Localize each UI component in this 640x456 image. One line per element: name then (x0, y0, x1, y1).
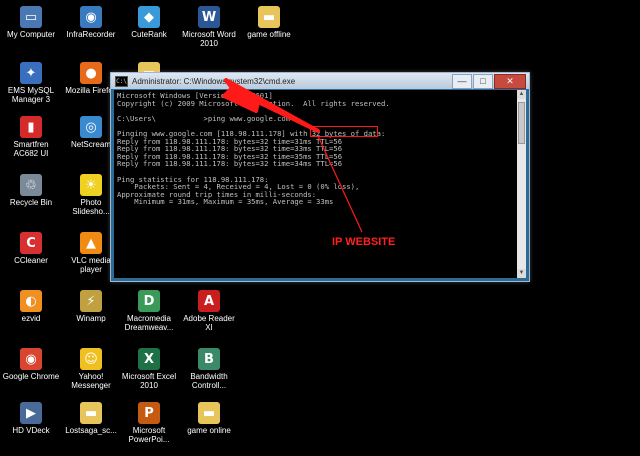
ezvid-icon: ◐ (20, 290, 42, 312)
desktop-icon[interactable]: ▬ game offline (240, 4, 298, 60)
scroll-up-icon[interactable]: ▲ (517, 90, 526, 99)
winamp-icon: ⚡ (80, 290, 102, 312)
cmd-window[interactable]: C:\ Administrator: C:\Windows\system32\c… (110, 72, 530, 282)
desktop-icon-label: Yahoo! Messenger (71, 372, 111, 390)
desktop-icon-label: InfraRecorder (66, 30, 116, 39)
desktop-icon[interactable]: C CCleaner (2, 230, 60, 286)
scroll-down-icon[interactable]: ▼ (517, 269, 526, 278)
desktop-icon-label: Microsoft PowerPoi... (128, 426, 170, 444)
infrarecorder-icon: ◉ (80, 6, 102, 28)
desktop-icon[interactable]: ▭ My Computer (2, 4, 60, 60)
window-controls: — □ ✕ (451, 74, 526, 89)
desktop-icon-label: Lostsaga_sc... (65, 426, 117, 435)
folder-icon: ▬ (258, 6, 280, 28)
desktop-icon[interactable]: W Microsoft Word 2010 (180, 4, 238, 60)
smartfren-icon: ▮ (20, 116, 42, 138)
desktop-icon-label: Macromedia Dreamweav... (124, 314, 174, 332)
minimize-button[interactable]: — (452, 74, 472, 89)
console-scrollbar[interactable]: ▲ ▼ (517, 90, 526, 278)
desktop-icon[interactable]: A Adobe Reader XI (180, 288, 238, 344)
cuterank-icon: ◆ (138, 6, 160, 28)
desktop-icon-label: Bandwidth Controll... (190, 372, 228, 390)
desktop-icon-label: game online (187, 426, 231, 435)
folder-icon: ▬ (198, 402, 220, 424)
desktop-icon[interactable]: ✦ EMS MySQL Manager 3 (2, 60, 60, 116)
netscream-icon: ◎ (80, 116, 102, 138)
ccleaner-icon: C (20, 232, 42, 254)
desktop-icon[interactable]: X Microsoft Excel 2010 (120, 346, 178, 402)
photo-slideshow-icon: ☀ (80, 174, 102, 196)
desktop-icon-label: Microsoft Excel 2010 (121, 372, 177, 390)
desktop-icon-label: game offline (247, 30, 291, 39)
desktop-icon-label: Winamp (76, 314, 106, 323)
powerpoint-icon: P (138, 402, 160, 424)
desktop-icon-label: My Computer (6, 30, 55, 39)
dreamweaver-icon: D (138, 290, 160, 312)
desktop-icon[interactable]: ☺ Yahoo! Messenger (62, 346, 120, 402)
console-output[interactable]: Microsoft Windows [Version 6.1.7601] Cop… (114, 90, 517, 278)
desktop-icon[interactable]: ◉ Google Chrome (2, 346, 60, 402)
ip-website-label: IP WEBSITE (332, 236, 396, 248)
desktop-icon-label: Adobe Reader XI (183, 314, 235, 332)
firefox-icon: ● (80, 62, 102, 84)
desktop-icon[interactable]: D Macromedia Dreamweav... (120, 288, 178, 344)
scroll-thumb[interactable] (518, 102, 525, 144)
desktop-icon[interactable]: B Bandwidth Controll... (180, 346, 238, 402)
console-text: Microsoft Windows [Version 6.1.7601] Cop… (117, 91, 390, 207)
mysql-icon: ✦ (20, 62, 42, 84)
computer-icon: ▭ (20, 6, 42, 28)
close-button[interactable]: ✕ (494, 74, 526, 89)
desktop-icon[interactable]: ◆ CuteRank (120, 4, 178, 60)
hd-vdeck-icon: ▶ (20, 402, 42, 424)
recycle-bin-icon: ♲ (20, 174, 42, 196)
desktop-icon-label: HD VDeck (12, 426, 50, 435)
desktop-icon-label: EMS MySQL Manager 3 (7, 86, 55, 104)
bandwidth-icon: B (198, 348, 220, 370)
yahoo-messenger-icon: ☺ (80, 348, 102, 370)
adobe-reader-icon: A (198, 290, 220, 312)
desktop-icon-label: Smartfren AC682 UI (13, 140, 49, 158)
word-icon: W (198, 6, 220, 28)
excel-icon: X (138, 348, 160, 370)
desktop-icon-label: ezvid (21, 314, 41, 323)
desktop-icon[interactable]: ♲ Recycle Bin (2, 172, 60, 228)
maximize-button[interactable]: □ (473, 74, 493, 89)
cmd-titlebar[interactable]: C:\ Administrator: C:\Windows\system32\c… (111, 73, 529, 89)
desktop-icon[interactable]: ◉ InfraRecorder (62, 4, 120, 60)
folder-icon: ▬ (80, 402, 102, 424)
cmd-window-icon: C:\ (115, 75, 128, 87)
desktop-icon-label: CuteRank (131, 30, 167, 39)
cmd-window-title: Administrator: C:\Windows\system32\cmd.e… (132, 76, 296, 86)
desktop-icon[interactable]: ◐ ezvid (2, 288, 60, 344)
desktop-icon-label: Recycle Bin (9, 198, 53, 207)
desktop-icon-label: CCleaner (14, 256, 48, 265)
ip-highlight-box (310, 126, 378, 137)
chrome-icon: ◉ (20, 348, 42, 370)
desktop-icon[interactable]: ⚡ Winamp (62, 288, 120, 344)
desktop-icon[interactable]: ▮ Smartfren AC682 UI (2, 114, 60, 170)
desktop-icon-label: Google Chrome (2, 372, 60, 381)
vlc-icon: ▲ (80, 232, 102, 254)
desktop-icon-label: Microsoft Word 2010 (182, 30, 236, 48)
